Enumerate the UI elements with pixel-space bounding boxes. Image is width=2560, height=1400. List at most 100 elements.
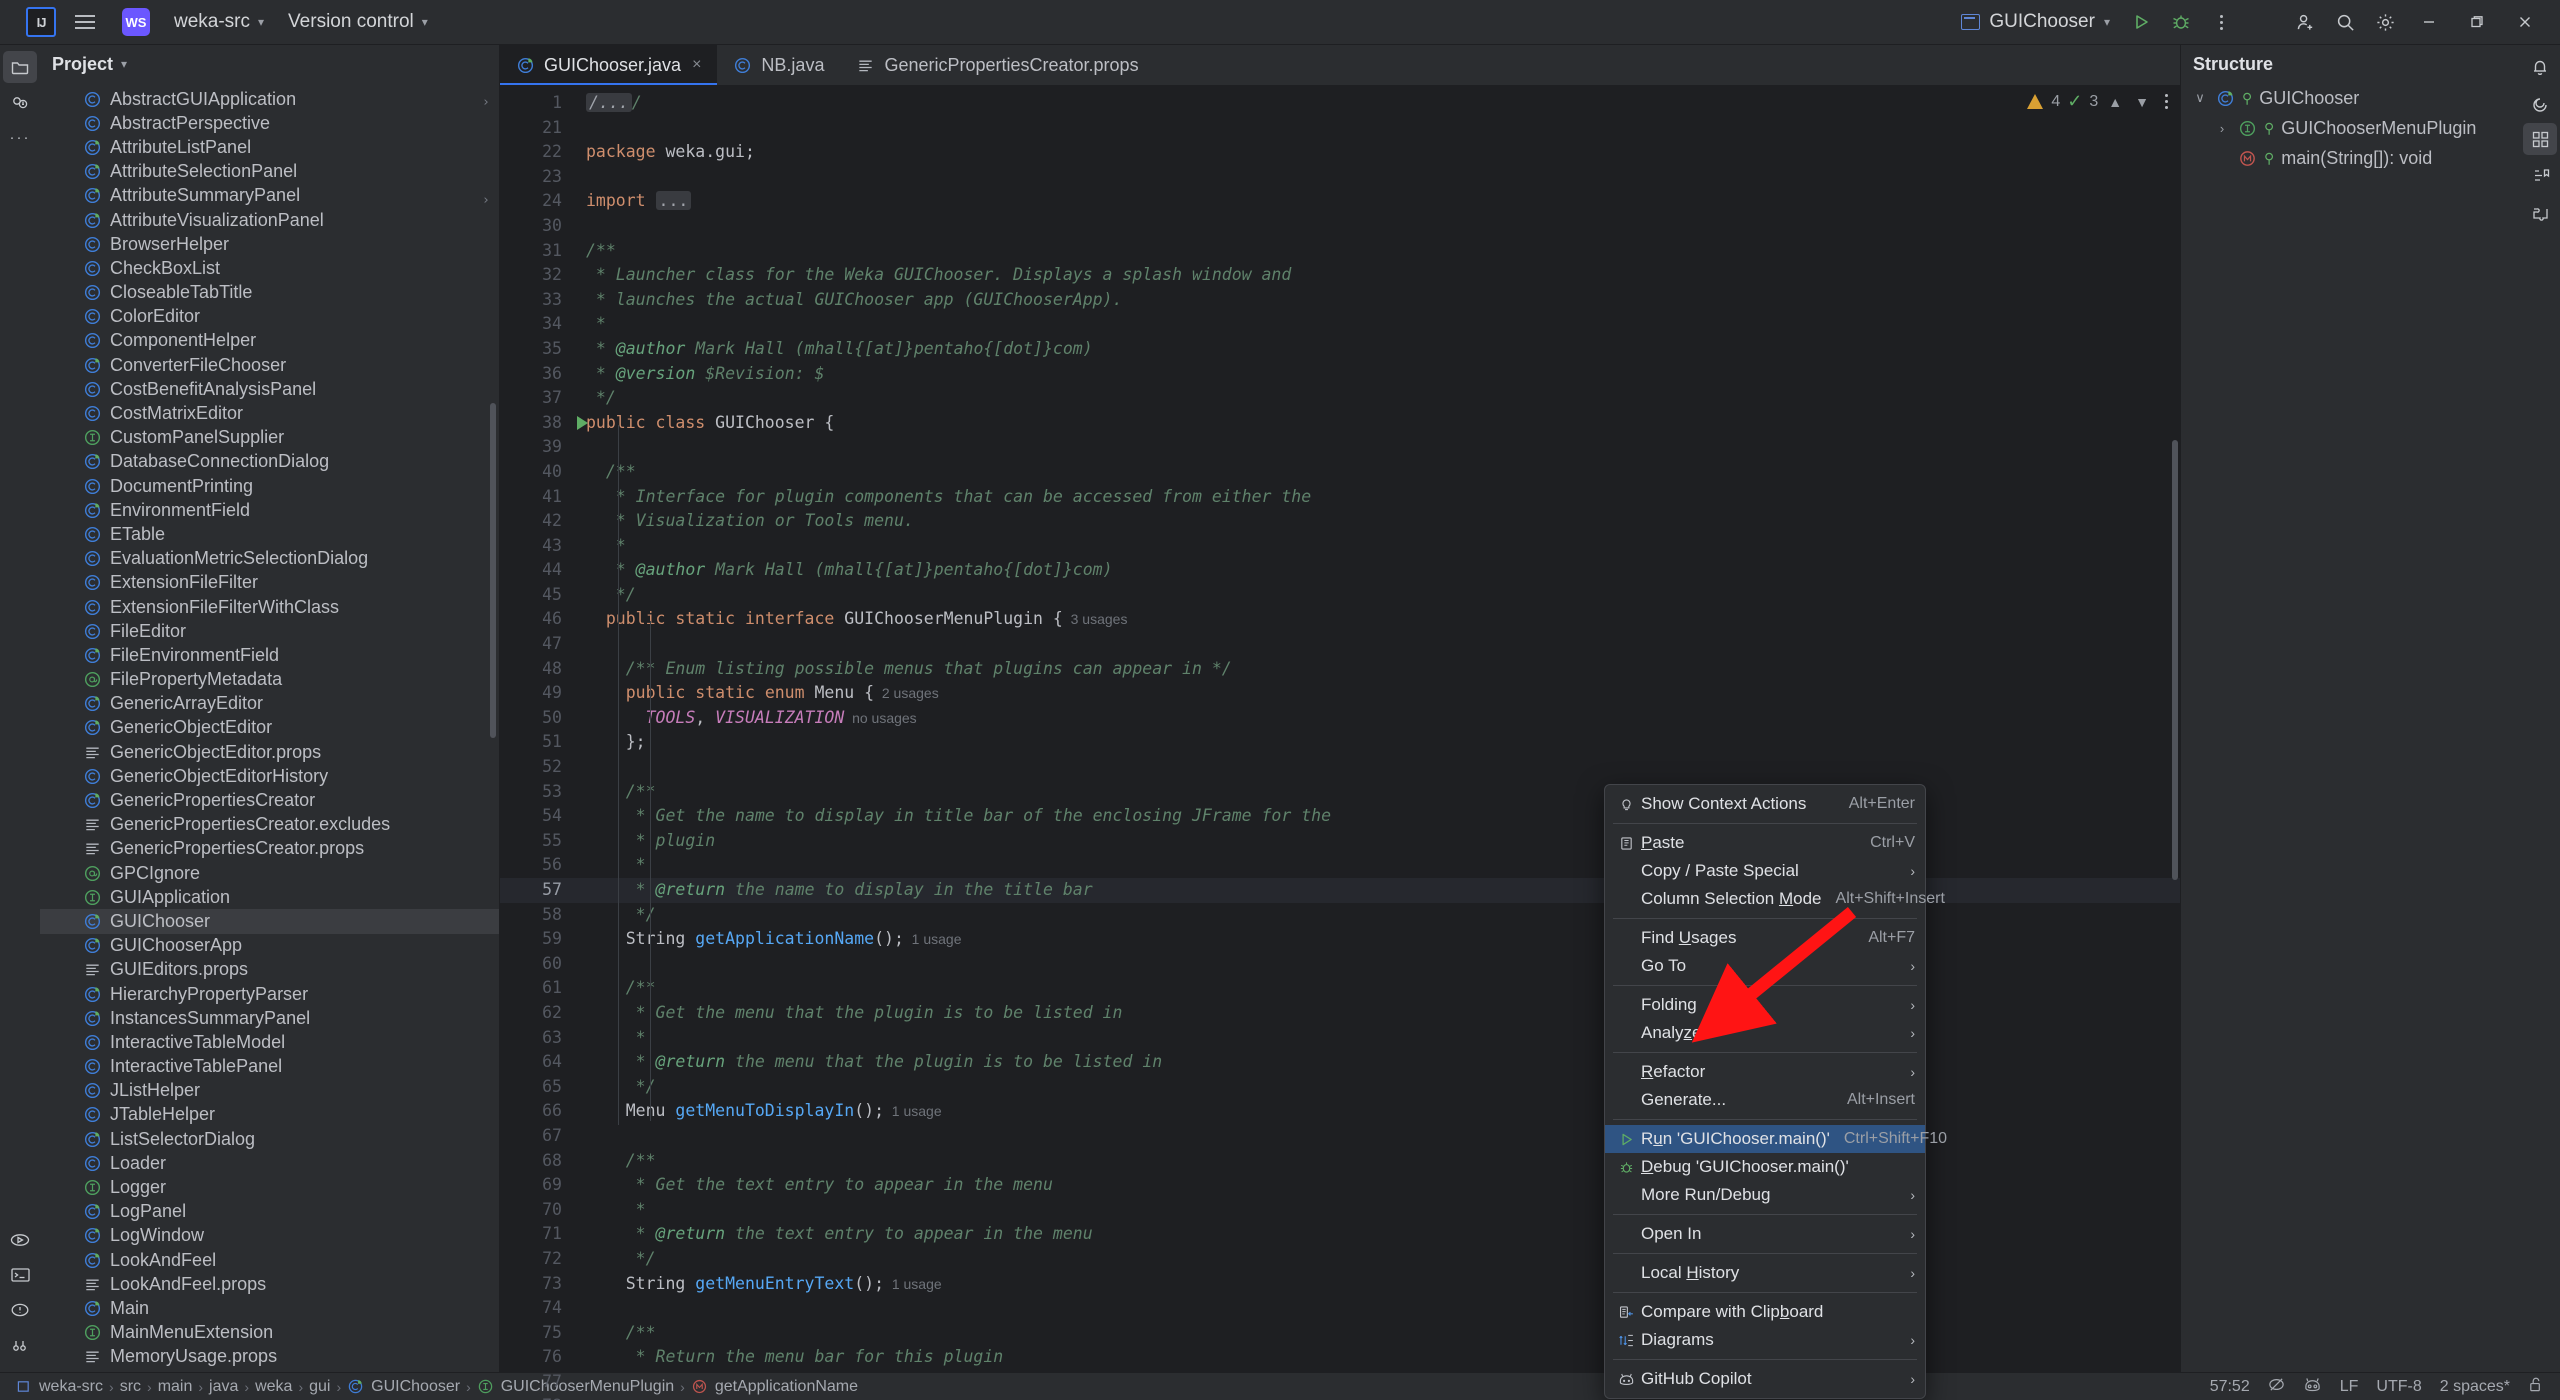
line-separator[interactable]: LF [2340,1378,2359,1396]
chevron-down-icon[interactable]: ▾ [121,57,127,71]
copilot-status-icon[interactable] [2303,1376,2322,1398]
tree-item[interactable]: AttributeListPanel [40,135,499,159]
line-number[interactable]: 46 [500,607,572,632]
tree-item[interactable]: CostMatrixEditor [40,401,499,425]
context-menu-item[interactable]: Debug 'GUIChooser.main()' [1605,1153,1925,1181]
breadcrumb-item[interactable]: src [115,1376,146,1398]
notifications-icon[interactable] [2523,51,2557,83]
run-tool-icon[interactable] [3,1224,37,1256]
code-line[interactable]: /** [572,1321,2180,1346]
code-line[interactable]: }; [572,730,2180,755]
tree-item[interactable]: ListSelectorDialog [40,1127,499,1151]
line-number[interactable]: 30 [500,214,572,239]
tree-item[interactable]: HierarchyPropertyParser [40,982,499,1006]
project-tree-scrollbar[interactable] [490,403,496,738]
line-number[interactable]: 57 [500,878,572,903]
code-line[interactable]: * [572,1198,2180,1223]
code-line[interactable]: * Return the menu bar for this plugin [572,1345,2180,1370]
code-line[interactable] [572,1296,2180,1321]
editor-tab[interactable]: GUIChooser.java × [500,45,718,85]
line-number[interactable]: 40 [500,460,572,485]
editor-code[interactable]: /... / package weka.gui; import ... /** *… [572,85,2180,1372]
line-number[interactable]: 38 [500,411,588,436]
context-menu-item[interactable]: Folding › [1605,991,1925,1019]
line-number[interactable]: 32 [500,263,572,288]
breadcrumb-item[interactable]: getApplicationName [686,1376,863,1398]
main-menu-icon[interactable] [68,5,102,39]
tree-item[interactable]: CostBenefitAnalysisPanel [40,377,499,401]
context-menu-item[interactable]: Local History › [1605,1259,1925,1287]
code-line[interactable]: * [572,1026,2180,1051]
commit-tool-icon[interactable] [3,86,37,118]
context-menu-item[interactable]: Compare with Clipboard [1605,1298,1925,1326]
code-line[interactable]: * [572,312,2180,337]
editor-gutter[interactable]: 1 › 21 22 23 24 › 30 31 32 33 34 35 36 37 38 39 40 41 42 43 4… [482,85,588,1400]
line-number[interactable]: 47 [500,632,572,657]
ai-assistant-icon[interactable] [2523,87,2557,119]
code-line[interactable]: /** [572,976,2180,1001]
code-line[interactable]: * launches the actual GUIChooser app (GU… [572,288,2180,313]
line-number[interactable]: 21 [500,116,572,141]
code-line[interactable]: */ [572,1075,2180,1100]
line-number[interactable]: 22 [500,140,572,165]
line-number[interactable]: 45 [500,583,572,608]
line-number[interactable]: 41 [500,485,572,510]
code-line[interactable] [572,952,2180,977]
tree-item[interactable]: LookAndFeel [40,1248,499,1272]
line-number[interactable]: 48 [500,657,572,682]
line-number[interactable]: 77 [500,1370,572,1395]
more-tools-icon[interactable]: ··· [3,121,37,153]
tree-item[interactable]: LogWindow [40,1224,499,1248]
tree-item[interactable]: ConverterFileChooser [40,353,499,377]
tree-item[interactable]: ExtensionFileFilter [40,571,499,595]
line-number[interactable]: 31 [500,239,572,264]
structure-tree[interactable]: ∨ ⚲ GUIChooser › ⚲ GUIChooserMenuPlugin ⚲ main(… [2181,83,2520,173]
tree-item[interactable]: ColorEditor [40,305,499,329]
tree-item[interactable]: CheckBoxList [40,256,499,280]
tree-item[interactable]: InstancesSummaryPanel [40,1006,499,1030]
tree-item[interactable]: AttributeSelectionPanel [40,160,499,184]
code-line[interactable] [572,632,2180,657]
tree-item[interactable]: MainMenuExtension [40,1321,499,1345]
tree-item[interactable]: ETable [40,522,499,546]
code-line[interactable]: /... / [572,91,2180,116]
tree-item[interactable]: MemoryUsage.props [40,1345,499,1369]
code-line[interactable] [572,214,2180,239]
line-number[interactable]: 67 [500,1124,572,1149]
line-number[interactable]: 74 [500,1296,572,1321]
run-button[interactable] [2122,3,2160,41]
expand-arrow-icon[interactable]: › [2213,121,2231,136]
problems-tool-icon[interactable] [3,1294,37,1326]
tree-item[interactable]: JListHelper [40,1079,499,1103]
terminal-tool-icon[interactable] [3,1259,37,1291]
tree-item[interactable]: GenericPropertiesCreator.props [40,837,499,861]
code-line[interactable]: * [572,853,2180,878]
expand-arrow-icon[interactable]: ∨ [2191,90,2209,106]
line-number[interactable]: 68 [500,1149,572,1174]
tree-item[interactable]: AttributeVisualizationPanel [40,208,499,232]
editor-area[interactable]: 1 › 21 22 23 24 › 30 31 32 33 34 35 36 37 38 39 40 41 42 43 4… [482,85,2180,1400]
context-menu-item[interactable]: GitHub Copilot › [1605,1365,1925,1393]
line-number[interactable]: 71 [500,1222,572,1247]
context-menu-item[interactable]: Run 'GUIChooser.main()' Ctrl+Shift+F10 [1605,1125,1947,1153]
plugins-icon[interactable] [2523,195,2557,227]
project-selector[interactable]: weka-src ▾ [164,6,274,38]
code-line[interactable]: /** [572,780,2180,805]
tree-item[interactable]: GUIApplication [40,885,499,909]
code-line[interactable]: * Interface for plugin components that c… [572,485,2180,510]
tree-item[interactable]: AbstractPerspective [40,111,499,135]
structure-icon[interactable] [2523,123,2557,155]
line-number[interactable]: 75 [500,1321,572,1346]
line-number[interactable]: 65 [500,1075,572,1100]
tree-item[interactable]: ComponentHelper [40,329,499,353]
close-button[interactable] [2502,3,2548,41]
line-number[interactable]: 35 [500,337,572,362]
close-icon[interactable]: × [692,56,701,74]
code-line[interactable]: * @author Mark Hall (mhall{[at]}pentaho{… [572,558,2180,583]
code-line[interactable]: Menu getMenuToDisplayIn(); 1 usage [572,1099,2180,1124]
context-menu-item[interactable]: Find Usages Alt+F7 [1605,924,1925,952]
code-line[interactable]: * Get the menu that the plugin is to be … [572,1001,2180,1026]
tree-item[interactable]: FileEditor [40,619,499,643]
previous-problem-icon[interactable]: ▲ [2105,94,2125,110]
tree-item[interactable]: AttributeSummaryPanel [40,184,499,208]
